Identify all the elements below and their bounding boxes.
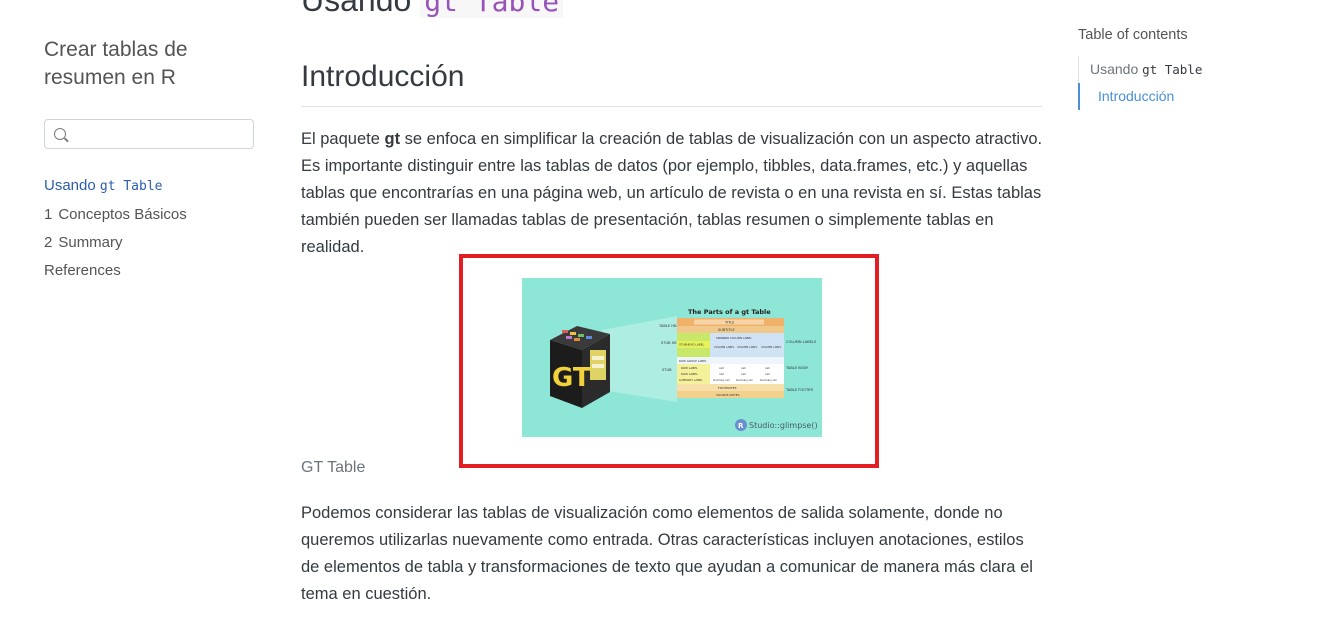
gt-table-figure[interactable]: GT The Parts of a gt Table TABLE HEADER … — [522, 278, 822, 437]
sidebar-item-code: gt Table — [99, 179, 163, 194]
page-title: Usando gt Table — [301, 0, 564, 19]
figure-stub-row-3: SUMMARY LABEL — [679, 378, 703, 382]
figure-stub-row-1: ROW LABEL — [681, 366, 698, 370]
sidebar-item-label: Summary — [58, 234, 123, 251]
figure-body-cell: cell — [765, 366, 770, 370]
sidebar-item-label: Usando — [44, 177, 96, 194]
figure-summary-cell: Summary cell — [760, 379, 777, 382]
figure-body-cell: cell — [719, 366, 724, 370]
sidebar-item-summary[interactable]: 2 Summary — [44, 229, 187, 257]
intro-paragraph: El paquete gt se enfoca en simplificar l… — [301, 126, 1046, 261]
figure-summary-cell: Summary cell — [713, 379, 730, 382]
sidebar-item-number: 1 — [44, 206, 53, 223]
figure-spanner-cell: SPANNER COLUMN LABEL — [716, 336, 752, 340]
search-box[interactable] — [44, 119, 254, 149]
body-paragraph: Podemos considerar las tablas de visuali… — [301, 504, 1033, 603]
figure-column-cell-3: COLUMN LABEL — [761, 345, 782, 349]
figure-caption: GT Table — [301, 459, 366, 476]
search-input[interactable] — [73, 124, 247, 146]
figure-body-cell: cell — [741, 366, 746, 370]
figure-body-cell: cell — [741, 372, 746, 376]
gt-logo-text: GT — [552, 363, 591, 393]
figure-stubhead-cell: STUBHEAD LABEL — [679, 343, 704, 347]
sidebar-item-references[interactable]: References — [44, 257, 187, 285]
figure-label-table-footer: TABLE FOOTER — [785, 388, 813, 392]
toc-item-label: Usando — [1090, 61, 1139, 77]
figure-label-stub: STUB — [662, 368, 672, 372]
figure-row-group-cell: ROW GROUP LABEL — [679, 359, 707, 363]
toc-item-introduccion[interactable]: Introducción — [1078, 83, 1202, 110]
figure-label-table-body: TABLE BODY — [785, 366, 809, 370]
gt-cube-icon: GT — [550, 326, 610, 408]
intro-bold-gt: gt — [384, 130, 401, 148]
section-heading: Introducción — [301, 60, 465, 93]
intro-text-b: se enfoca en simplificar la creación de … — [301, 130, 1043, 256]
figure-source-notes: SOURCE NOTES — [716, 393, 740, 397]
sidebar-item-number: 2 — [44, 234, 53, 251]
toc-list: Usando gt Table Introducción — [1078, 56, 1202, 110]
figure-label-column-labels: COLUMN LABELS — [786, 340, 817, 344]
figure-subtitle-cell: SUBTITLE — [718, 328, 735, 332]
figure-stub-row-2: ROW LABEL — [681, 372, 698, 376]
rstudio-logo-letter: R — [738, 422, 744, 430]
search-icon — [54, 128, 66, 140]
figure-title-cell: TITLE — [724, 321, 734, 325]
figure-brand-text: Studio::glimpse() — [749, 421, 818, 430]
figure-column-cell-2: COLUMN LABEL — [737, 345, 758, 349]
toc-title: Table of contents — [1078, 27, 1188, 43]
sidebar-item-label: References — [44, 262, 121, 279]
gt-table-diagram: GT The Parts of a gt Table TABLE HEADER … — [522, 278, 822, 437]
intro-text-a: El paquete — [301, 130, 385, 148]
toc-item-usando-gt-table[interactable]: Usando gt Table — [1079, 56, 1202, 83]
page-title-text: Usando — [301, 0, 412, 18]
sidebar-item-usando-gt-table[interactable]: Usando gt Table — [44, 172, 187, 201]
figure-footnotes: FOOTNOTES — [718, 386, 737, 390]
sidebar-item-label: Conceptos Básicos — [58, 206, 187, 223]
sidebar-nav: Usando gt Table 1 Conceptos Básicos 2 Summ… — [44, 172, 187, 285]
toc-item-code: gt Table — [1142, 62, 1203, 77]
figure-body-cell: cell — [719, 372, 724, 376]
page-title-code: gt Table — [420, 0, 564, 18]
sidebar-item-conceptos-basicos[interactable]: 1 Conceptos Básicos — [44, 201, 187, 229]
figure-summary-cell: Summary cell — [736, 379, 753, 382]
heading-divider — [301, 106, 1042, 107]
figure-body-cell: cell — [765, 372, 770, 376]
sidebar-title[interactable]: Crear tablas de resumen en R — [44, 36, 244, 92]
figure-column-cell-1: COLUMN LABEL — [714, 345, 735, 349]
figure-title: The Parts of a gt Table — [688, 308, 771, 316]
